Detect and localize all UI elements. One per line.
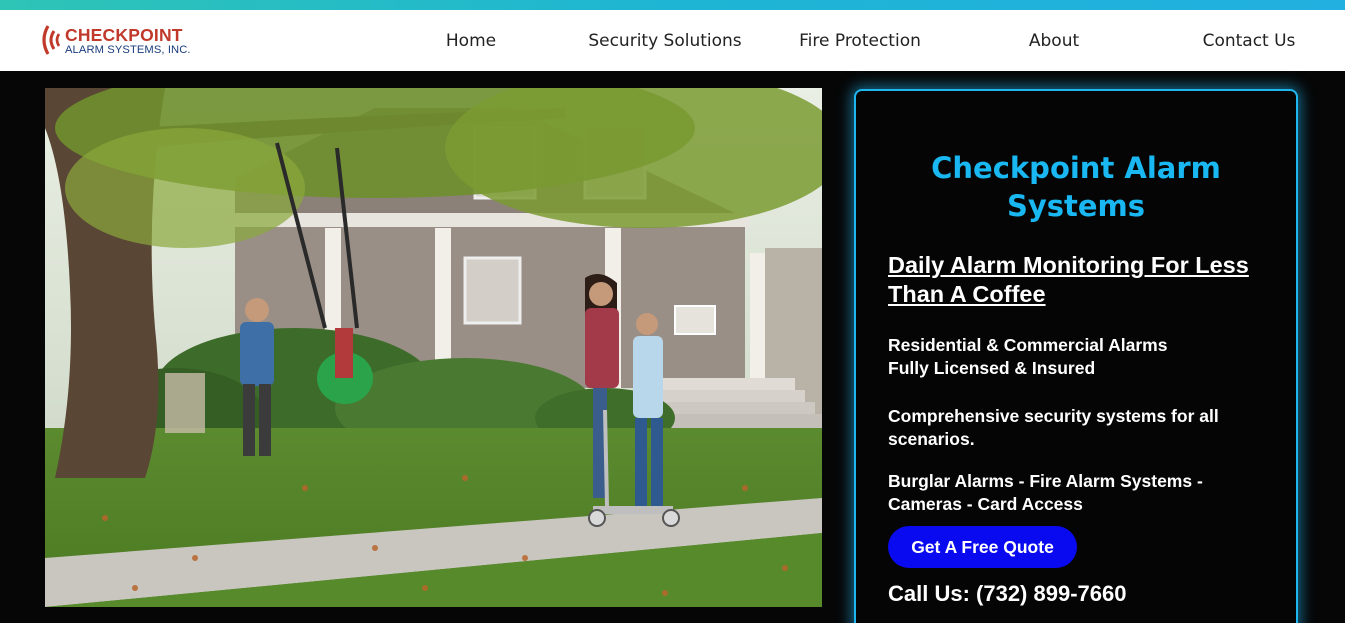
panel-line-licensed: Fully Licensed & Insured (888, 358, 1096, 378)
nav-about[interactable]: About (1029, 31, 1079, 51)
site-header: CHECKPOINT ALARM SYSTEMS, INC. Home Secu… (0, 10, 1345, 71)
logo-subtitle: ALARM SYSTEMS, INC. (65, 44, 191, 56)
panel-line-alarms: Residential & Commercial Alarms (888, 335, 1168, 355)
nav-security-solutions[interactable]: Security Solutions (588, 31, 741, 51)
family-yard-photo-icon (45, 88, 822, 607)
panel-line-services: Burglar Alarms - Fire Alarm Systems - Ca… (888, 471, 1203, 514)
nav-contact-us[interactable]: Contact Us (1203, 31, 1296, 51)
hero-image (45, 88, 822, 607)
promo-panel: Checkpoint Alarm Systems Daily Alarm Mon… (854, 89, 1298, 623)
get-free-quote-button[interactable]: Get A Free Quote (888, 526, 1077, 568)
nav-fire-protection[interactable]: Fire Protection (799, 31, 921, 51)
alarm-signal-icon (42, 25, 61, 55)
nav-home[interactable]: Home (446, 31, 496, 51)
logo-wordmark: CHECKPOINT (65, 25, 183, 45)
top-accent-bar (0, 0, 1345, 10)
panel-title: Checkpoint Alarm Systems (931, 151, 1221, 223)
call-us-phone[interactable]: Call Us: (732) 899-7660 (888, 581, 1126, 607)
panel-line-comprehensive: Comprehensive security systems for all s… (888, 406, 1219, 449)
logo[interactable]: CHECKPOINT ALARM SYSTEMS, INC. (38, 22, 208, 62)
panel-headline: Daily Alarm Monitoring For Less Than A C… (888, 252, 1249, 307)
